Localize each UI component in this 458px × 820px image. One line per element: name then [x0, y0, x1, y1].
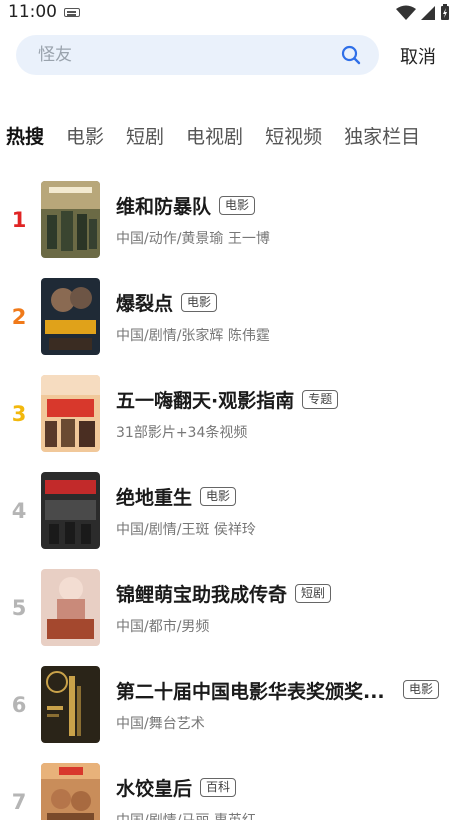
drama-poster-icon[interactable]	[41, 569, 100, 646]
item-subtitle: 中国/剧情/张家辉 陈伟霆	[116, 328, 270, 344]
category-badge: 电影	[200, 487, 237, 506]
category-badge: 电影	[181, 293, 218, 312]
item-title: 爆裂点	[116, 293, 174, 315]
search-input[interactable]	[38, 35, 338, 75]
item-title: 五一嗨翻天·观影指南	[116, 390, 295, 412]
item-title-row: 绝地重生 电影	[116, 483, 237, 510]
item-title-row: 锦鲤萌宝助我成传奇 短剧	[116, 580, 332, 607]
status-icons	[396, 4, 450, 21]
movie-poster-icon[interactable]	[41, 181, 100, 258]
category-badge: 专题	[302, 390, 339, 409]
rank-number: 6	[11, 693, 27, 717]
item-subtitle: 中国/动作/黄景瑜 王一博	[116, 231, 270, 247]
movie-poster-icon[interactable]	[41, 763, 100, 820]
list-item[interactable]: 1 维和防暴队 电影 中国/动作/黄景瑜 王一博	[0, 180, 458, 277]
item-title: 第二十届中国电影华表奖颁奖...	[116, 681, 385, 703]
rank-number: 3	[11, 402, 27, 426]
cancel-button[interactable]: 取消	[400, 43, 436, 69]
item-title: 水饺皇后	[116, 778, 193, 800]
rank-number: 1	[11, 208, 27, 232]
category-tabs: 热搜 电影 短剧 电视剧 短视频 独家栏目	[6, 122, 442, 152]
signal-icon	[421, 5, 435, 20]
list-item[interactable]: 3 五一嗨翻天·观影指南 专题 31部影片+34条视频	[0, 374, 458, 471]
list-item[interactable]: 4 绝地重生 电影 中国/剧情/王斑 侯祥玲	[0, 471, 458, 568]
item-subtitle: 中国/剧情/马丽 惠英红	[116, 810, 256, 820]
list-item[interactable]: 6 第二十届中国电影华表奖颁奖... 电影 中国/舞台艺术	[0, 665, 458, 762]
rank-number: 2	[11, 305, 27, 329]
rank-number: 4	[11, 499, 27, 523]
status-bar: 11:00	[0, 0, 458, 26]
tab-short-drama[interactable]: 短剧	[126, 122, 164, 152]
status-time: 11:00	[8, 2, 57, 22]
tab-hot-search[interactable]: 热搜	[6, 122, 44, 152]
movie-poster-icon[interactable]	[41, 472, 100, 549]
item-subtitle: 中国/剧情/王斑 侯祥玲	[116, 522, 256, 538]
item-title: 锦鲤萌宝助我成传奇	[116, 584, 288, 606]
tab-exclusive[interactable]: 独家栏目	[344, 122, 420, 152]
keyboard-icon	[64, 8, 80, 17]
battery-icon	[441, 4, 449, 20]
rank-number: 5	[11, 596, 27, 620]
list-item[interactable]: 2 爆裂点 电影 中国/剧情/张家辉 陈伟霆	[0, 277, 458, 374]
search-box[interactable]	[16, 35, 379, 75]
item-title: 绝地重生	[116, 487, 193, 509]
rank-number: 7	[11, 790, 27, 814]
ceremony-poster-icon[interactable]	[41, 666, 100, 743]
category-badge: 电影	[219, 196, 256, 215]
item-title: 维和防暴队	[116, 196, 212, 218]
tab-movie[interactable]: 电影	[66, 122, 104, 152]
search-icon[interactable]	[341, 45, 361, 65]
item-subtitle: 31部影片+34条视频	[116, 425, 248, 441]
item-subtitle: 中国/舞台艺术	[116, 716, 205, 732]
tab-short-video[interactable]: 短视频	[265, 122, 322, 152]
item-title-row: 爆裂点 电影	[116, 289, 218, 316]
item-title-row: 五一嗨翻天·观影指南 专题	[116, 386, 339, 413]
category-badge: 短剧	[295, 584, 332, 603]
hot-search-list: 1 维和防暴队 电影 中国/动作/黄景瑜 王一博 2 爆裂点 电影 中国/剧情/…	[0, 180, 458, 820]
item-subtitle: 中国/都市/男频	[116, 619, 210, 635]
item-title-row: 水饺皇后 百科	[116, 774, 237, 801]
item-title-row: 第二十届中国电影华表奖颁奖...	[116, 677, 385, 704]
topic-poster-icon[interactable]	[41, 375, 100, 452]
category-badge: 百科	[200, 778, 237, 797]
movie-poster-icon[interactable]	[41, 278, 100, 355]
item-title-row: 维和防暴队 电影	[116, 192, 256, 219]
wifi-icon	[396, 5, 416, 20]
category-badge: 电影	[403, 680, 440, 699]
list-item[interactable]: 5 锦鲤萌宝助我成传奇 短剧 中国/都市/男频	[0, 568, 458, 665]
tab-tv-series[interactable]: 电视剧	[186, 122, 243, 152]
list-item[interactable]: 7 水饺皇后 百科 中国/剧情/马丽 惠英红	[0, 762, 458, 820]
